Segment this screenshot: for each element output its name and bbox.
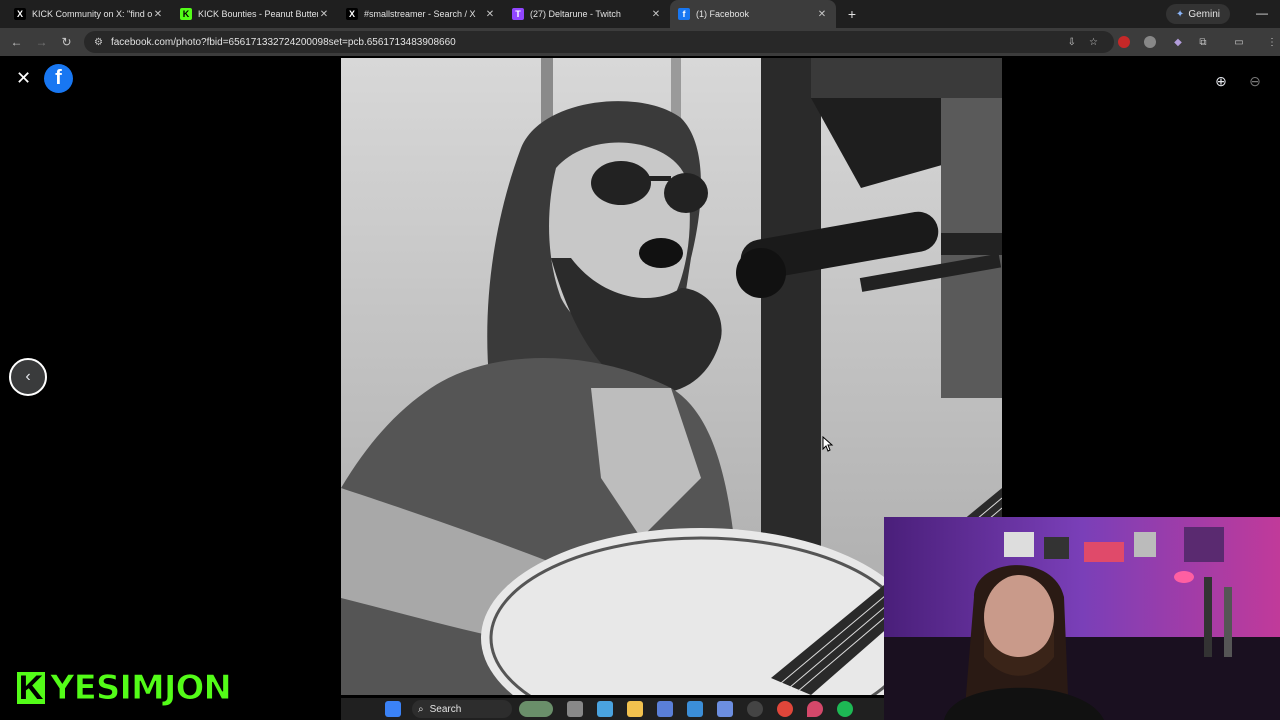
facebook-logo-icon[interactable]: f	[44, 64, 73, 93]
m365-icon[interactable]	[717, 701, 733, 717]
app-dark-icon[interactable]	[747, 701, 763, 717]
tab-title: (27) Deltarune - Twitch	[530, 9, 621, 19]
zoom-in-icon[interactable]: ⊕	[1208, 68, 1234, 94]
previous-photo-button[interactable]: ‹	[9, 358, 47, 396]
close-tab-icon[interactable]: ✕	[484, 9, 496, 20]
gemini-button[interactable]: ✦ Gemini	[1165, 4, 1230, 24]
address-bar[interactable]: ⚙ facebook.com/photo?fbid=65617133272420…	[84, 31, 1114, 53]
maps-pin-icon[interactable]	[807, 701, 823, 717]
browser-tab[interactable]: K KICK Bounties - Peanut Butter V ✕	[172, 0, 338, 28]
kick-icon: K	[180, 8, 192, 20]
mouse-cursor-icon	[822, 435, 834, 457]
reload-button[interactable]: ↻	[54, 35, 79, 49]
kick-streamer-badge: K YESIMJON	[14, 668, 233, 709]
facebook-icon: f	[678, 8, 690, 20]
browser-tab[interactable]: X #smallstreamer - Search / X ✕	[338, 0, 504, 28]
menu-icon[interactable]: ⋮	[1264, 34, 1280, 50]
side-panel-icon[interactable]: ▭	[1231, 34, 1247, 50]
close-tab-icon[interactable]: ✕	[318, 9, 330, 20]
windows-start-icon[interactable]	[385, 701, 401, 717]
tab-title: #smallstreamer - Search / X	[364, 9, 476, 19]
streamer-name: YESIMJON	[50, 668, 233, 709]
file-explorer-icon[interactable]	[627, 701, 643, 717]
extension-gray-icon[interactable]	[1144, 36, 1156, 48]
new-tab-button[interactable]: +	[842, 6, 862, 22]
gemini-label: Gemini	[1188, 8, 1220, 20]
close-tab-icon[interactable]: ✕	[152, 9, 164, 20]
store-icon[interactable]	[657, 701, 673, 717]
copilot-icon[interactable]	[597, 701, 613, 717]
zoom-out-icon[interactable]: ⊖	[1242, 68, 1268, 94]
forward-button[interactable]: →	[29, 35, 54, 49]
close-tab-icon[interactable]: ✕	[816, 9, 828, 20]
url-text: facebook.com/photo?fbid=6561713327242000…	[110, 36, 456, 48]
tab-title: KICK Community on X: "find ou	[32, 9, 152, 19]
bookmark-star-icon[interactable]: ☆	[1089, 37, 1098, 48]
x-icon: X	[14, 8, 26, 20]
extension-red-icon[interactable]	[1118, 36, 1130, 48]
back-button[interactable]: ←	[4, 35, 29, 49]
tab-title: KICK Bounties - Peanut Butter V	[198, 9, 318, 19]
kick-logo-icon: K	[14, 669, 48, 707]
gemini-icon: ✦	[1175, 8, 1185, 20]
task-view-icon[interactable]	[567, 701, 583, 717]
taskbar: ⌕ Search	[341, 698, 884, 720]
chrome-icon[interactable]	[777, 701, 793, 717]
mail-icon[interactable]	[687, 701, 703, 717]
close-tab-icon[interactable]: ✕	[650, 9, 662, 20]
browser-toolbar: ← → ↻ ⚙ facebook.com/photo?fbid=65617133…	[0, 28, 1280, 56]
taskbar-search[interactable]: ⌕ Search	[412, 700, 512, 718]
site-info-icon[interactable]: ⚙	[94, 37, 103, 48]
browser-tab[interactable]: X KICK Community on X: "find ou ✕	[6, 0, 172, 28]
x-icon: X	[346, 8, 358, 20]
taskbar-search-label: Search	[429, 703, 462, 715]
extensions-puzzle-icon[interactable]: ⧉	[1195, 34, 1211, 50]
tab-bar: X KICK Community on X: "find ou ✕ K KICK Bou…	[0, 0, 1280, 28]
minimize-button[interactable]: —	[1256, 6, 1268, 20]
widgets-icon[interactable]	[519, 701, 553, 717]
browser-tab[interactable]: f (1) Facebook ✕	[670, 0, 836, 28]
search-icon: ⌕	[418, 703, 424, 715]
install-icon[interactable]: ⇩	[1068, 37, 1076, 48]
twitch-icon: T	[512, 8, 524, 20]
extension-purple-icon[interactable]: ◆	[1170, 34, 1186, 50]
spotify-icon[interactable]	[837, 701, 853, 717]
tab-title: (1) Facebook	[696, 9, 750, 19]
close-icon[interactable]: ✕	[16, 68, 31, 89]
webcam-overlay	[884, 517, 1280, 720]
browser-tab[interactable]: T (27) Deltarune - Twitch ✕	[504, 0, 670, 28]
